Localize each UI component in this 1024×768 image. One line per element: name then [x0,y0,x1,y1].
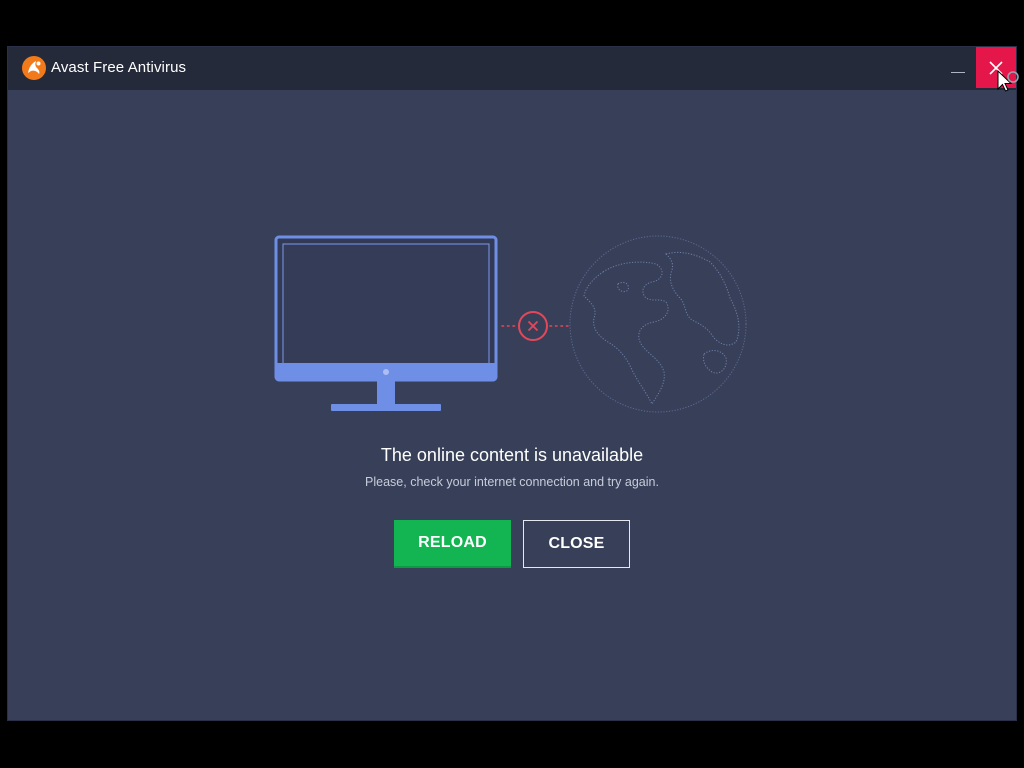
avast-logo-icon [22,56,46,80]
globe-icon [569,235,747,413]
error-subtext: Please, check your internet connection a… [365,475,659,489]
minimize-icon [951,72,965,73]
window-close-button[interactable] [976,47,1016,88]
monitor-icon [274,235,498,411]
connection-illustration [274,235,747,413]
close-button[interactable]: CLOSE [523,520,630,568]
title-bar[interactable]: Avast Free Antivirus [8,47,1016,90]
reload-button[interactable]: RELOAD [394,520,511,568]
disconnected-x-icon [518,311,548,341]
error-headline: The online content is unavailable [380,445,644,465]
app-window: Avast Free Antivirus The online content … [8,47,1016,720]
window-title: Avast Free Antivirus [51,59,187,76]
close-icon [989,60,1003,75]
minimize-button[interactable] [940,47,976,90]
